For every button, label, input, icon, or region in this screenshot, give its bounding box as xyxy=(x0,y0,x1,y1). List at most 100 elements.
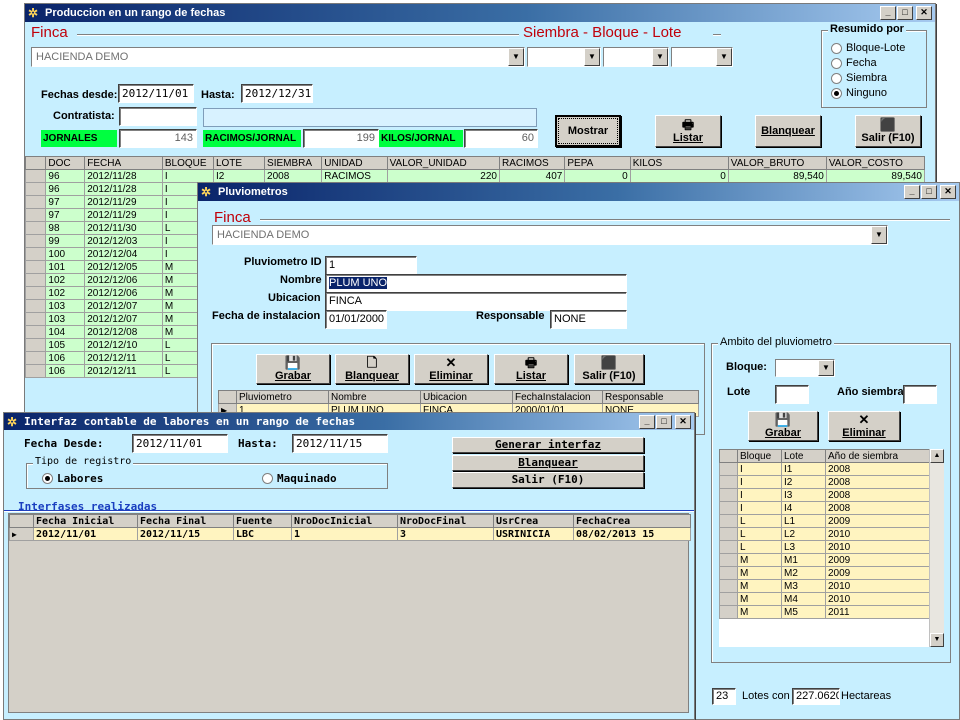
radio-fecha[interactable]: Fecha xyxy=(831,57,877,69)
pluviometro-id-input[interactable]: 1 xyxy=(325,256,417,275)
table-cell[interactable]: RACIMOS xyxy=(321,169,388,183)
table-cell[interactable]: 2009 xyxy=(825,553,930,567)
grabar-button[interactable]: 💾 Grabar xyxy=(256,354,330,384)
column-header[interactable]: VALOR_COSTO xyxy=(825,156,926,170)
column-header[interactable]: FechaCrea xyxy=(573,514,691,528)
table-cell[interactable]: 2009 xyxy=(825,514,930,528)
table-cell[interactable]: USRINICIA xyxy=(493,527,574,541)
table-cell[interactable]: 2010 xyxy=(825,527,930,541)
table-row[interactable]: I I3 2008 xyxy=(719,488,930,502)
anio-siembra-input[interactable] xyxy=(903,385,937,404)
eliminar-button[interactable]: ✕ Eliminar xyxy=(414,354,488,384)
table-cell[interactable]: 2008 xyxy=(825,501,930,515)
column-header[interactable]: Bloque xyxy=(737,449,782,463)
produccion-titlebar[interactable]: ✲ Produccion en un rango de fechas _ □ ✕ xyxy=(25,4,935,22)
table-row[interactable]: M M2 2009 xyxy=(719,566,930,580)
chevron-down-icon[interactable]: ▼ xyxy=(584,48,600,66)
table-cell[interactable]: 2012/11/29 xyxy=(84,208,163,222)
column-header[interactable]: Lote xyxy=(781,449,826,463)
close-button[interactable]: ✕ xyxy=(916,6,932,20)
table-cell[interactable]: 0 xyxy=(629,169,729,183)
column-header[interactable]: Pluviometro xyxy=(236,390,329,404)
column-header[interactable]: Nombre xyxy=(328,390,421,404)
chevron-down-icon[interactable]: ▼ xyxy=(818,360,834,376)
column-header[interactable]: NroDocFinal xyxy=(397,514,494,528)
column-header[interactable]: LOTE xyxy=(212,156,266,170)
lotes-scrollbar[interactable]: ▲ ▼ xyxy=(929,449,944,647)
table-cell[interactable]: 2012/12/07 xyxy=(84,312,163,326)
finca-select[interactable]: HACIENDA DEMO ▼ xyxy=(31,47,525,67)
table-cell[interactable]: 2012/12/06 xyxy=(84,286,163,300)
table-cell[interactable]: I xyxy=(737,501,782,515)
column-header[interactable]: BLOQUE xyxy=(161,156,214,170)
table-cell[interactable]: M4 xyxy=(781,592,826,606)
interfaz-titlebar[interactable]: ✲ Interfaz contable de labores en un ran… xyxy=(4,413,694,430)
table-cell[interactable]: 2012/12/11 xyxy=(84,364,163,378)
table-cell[interactable]: 2012/12/10 xyxy=(84,338,163,352)
salir-button[interactable]: ⬛ Salir (F10) xyxy=(855,115,921,147)
column-header[interactable]: Fecha Final xyxy=(137,514,234,528)
column-header[interactable]: FECHA xyxy=(84,156,163,170)
column-header[interactable]: SIEMBRA xyxy=(264,156,323,170)
column-header[interactable]: Fuente xyxy=(233,514,292,528)
table-cell[interactable]: 2012/11/28 xyxy=(84,182,163,196)
radio-ninguno[interactable]: Ninguno xyxy=(831,87,887,99)
blanquear-button[interactable]: Blanquear xyxy=(755,115,821,147)
table-cell[interactable]: L3 xyxy=(781,540,826,554)
table-row[interactable]: ▶ 2012/11/01 2012/11/15 LBC 1 3 USRINICI… xyxy=(9,527,691,541)
column-header[interactable]: UsrCrea xyxy=(493,514,574,528)
salir-button[interactable]: ⬛ Salir (F10) xyxy=(574,354,644,384)
table-cell[interactable]: LBC xyxy=(233,527,292,541)
table-cell[interactable]: 2008 xyxy=(825,475,930,489)
table-cell[interactable]: 89,540 xyxy=(825,169,926,183)
blanquear-button[interactable]: 🗋 Blanquear xyxy=(335,354,409,384)
row-selector[interactable] xyxy=(25,195,47,209)
table-cell[interactable]: 2009 xyxy=(825,566,930,580)
hasta-input[interactable]: 2012/11/15 xyxy=(292,434,388,453)
table-cell[interactable]: 101 xyxy=(45,260,86,274)
column-header[interactable]: VALOR_BRUTO xyxy=(727,156,827,170)
table-cell[interactable]: 2012/11/30 xyxy=(84,221,163,235)
table-cell[interactable]: 102 xyxy=(45,286,86,300)
column-header[interactable]: NroDocInicial xyxy=(291,514,398,528)
table-cell[interactable]: M xyxy=(737,579,782,593)
row-selector[interactable] xyxy=(25,338,47,352)
row-selector[interactable] xyxy=(719,462,738,476)
column-header[interactable]: DOC xyxy=(45,156,86,170)
table-cell[interactable]: 2012/12/05 xyxy=(84,260,163,274)
table-cell[interactable]: 2011 xyxy=(825,605,930,619)
table-cell[interactable]: 2012/12/07 xyxy=(84,299,163,313)
table-cell[interactable]: 106 xyxy=(45,364,86,378)
table-cell[interactable]: M xyxy=(737,592,782,606)
row-selector[interactable] xyxy=(719,514,738,528)
table-cell[interactable]: 2012/12/11 xyxy=(84,351,163,365)
row-selector[interactable] xyxy=(25,351,47,365)
ubicacion-input[interactable]: FINCA xyxy=(325,292,627,311)
table-row[interactable]: M M5 2011 xyxy=(719,605,930,619)
table-cell[interactable]: L xyxy=(737,514,782,528)
table-cell[interactable]: M xyxy=(737,566,782,580)
table-cell[interactable]: I3 xyxy=(781,488,826,502)
table-cell[interactable]: 3 xyxy=(397,527,494,541)
responsable-input[interactable]: NONE xyxy=(550,310,627,329)
table-cell[interactable]: 2012/11/29 xyxy=(84,195,163,209)
radio-bloque-lote[interactable]: Bloque-Lote xyxy=(831,42,905,54)
table-row[interactable]: M M4 2010 xyxy=(719,592,930,606)
table-cell[interactable]: 2008 xyxy=(825,488,930,502)
table-row[interactable]: I I1 2008 xyxy=(719,462,930,476)
row-selector[interactable] xyxy=(719,592,738,606)
salir-button[interactable]: Salir (F10) xyxy=(452,472,644,488)
radio-labores[interactable]: Labores xyxy=(42,472,103,485)
fecha-desde-input[interactable]: 2012/11/01 xyxy=(132,434,228,453)
row-selector[interactable] xyxy=(25,299,47,313)
maximize-button[interactable]: □ xyxy=(897,6,913,20)
close-button[interactable]: ✕ xyxy=(940,185,956,199)
chevron-down-icon[interactable]: ▼ xyxy=(652,48,668,66)
table-cell[interactable]: 08/02/2013 15 xyxy=(573,527,691,541)
bloque-select[interactable]: ▼ xyxy=(775,359,835,377)
row-selector[interactable] xyxy=(25,364,47,378)
table-row[interactable]: 96 2012/11/28 I I2 2008 RACIMOS 220 407 … xyxy=(25,169,926,183)
table-cell[interactable]: 102 xyxy=(45,273,86,287)
column-header[interactable]: Fecha Inicial xyxy=(33,514,138,528)
table-cell[interactable]: 96 xyxy=(45,169,86,183)
